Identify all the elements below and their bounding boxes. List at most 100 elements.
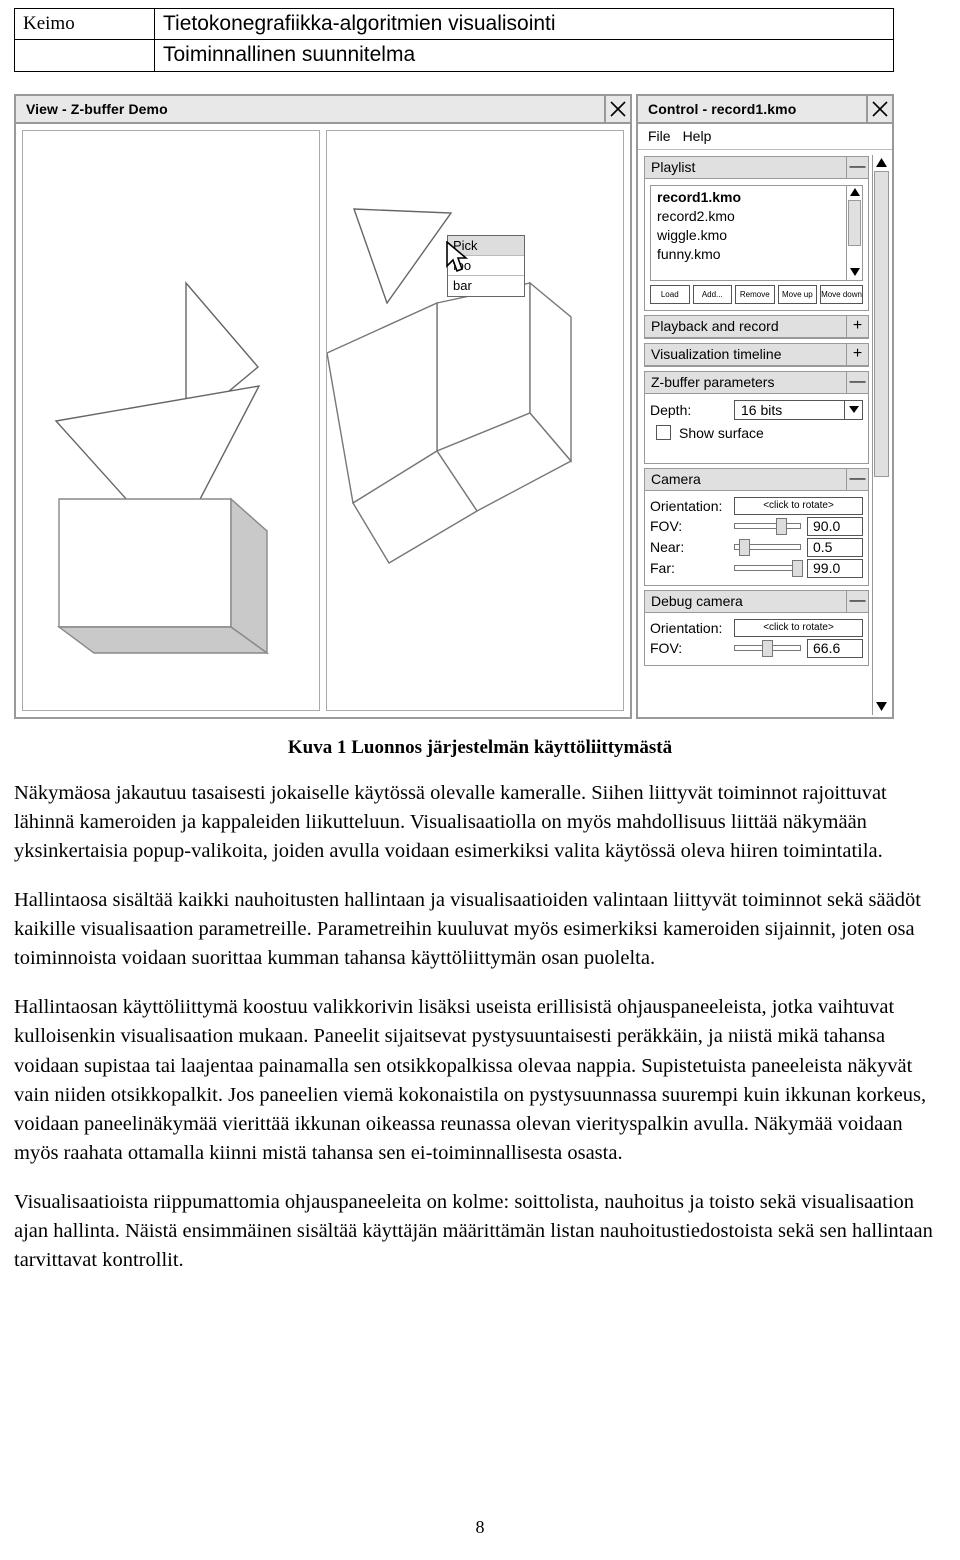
menu-item-file[interactable]: File	[648, 128, 671, 144]
remove-button[interactable]: Remove	[735, 284, 775, 304]
control-window-title: Control - record1.kmo	[648, 100, 797, 117]
panel-visualization-timeline: Visualization timeline +	[644, 342, 869, 367]
figure-caption: Kuva 1 Luonnos järjestelmän käyttöliitty…	[287, 736, 673, 758]
panel-playlist-collapse-button[interactable]: —	[846, 156, 868, 178]
panel-debug-camera-header[interactable]: Debug camera —	[645, 590, 868, 613]
panel-debug-camera-body: Orientation: <click to rotate> FOV: 66.6	[645, 613, 868, 665]
list-item[interactable]: record2.kmo	[657, 207, 846, 226]
camera-orientation-button[interactable]: <click to rotate>	[734, 496, 863, 515]
show-surface-row[interactable]: Show surface	[656, 425, 863, 441]
panel-camera-body: Orientation: <click to rotate> FOV: 90.0	[645, 491, 868, 585]
viewport-right[interactable]: Pick foo bar	[326, 129, 624, 711]
panel-playback-and-record-expand-button[interactable]: +	[846, 315, 868, 337]
panel-camera-collapse-button[interactable]: —	[846, 468, 868, 490]
show-surface-checkbox[interactable]	[656, 425, 671, 441]
list-item[interactable]: wiggle.kmo	[657, 226, 846, 245]
depth-select[interactable]: 16 bits	[734, 399, 863, 420]
panel-playback-and-record-title: Playback and record	[651, 318, 779, 335]
move-down-button[interactable]: Move down	[820, 284, 863, 304]
panel-camera-header[interactable]: Camera —	[645, 468, 868, 491]
depth-value: 16 bits	[741, 401, 783, 418]
panel-playback-and-record-header[interactable]: Playback and record +	[645, 315, 868, 338]
panel-zbuffer-parameters: Z-buffer parameters — Depth: 16 bits Sho…	[644, 370, 869, 464]
scroll-up-icon[interactable]	[847, 186, 862, 200]
move-up-button[interactable]: Move up	[777, 284, 818, 304]
camera-far-label: Far:	[650, 560, 675, 577]
control-window-scrollbar-track[interactable]	[873, 170, 890, 699]
playlist-button-row: Load Add... Remove Move up Move down	[648, 281, 865, 308]
panel-scroll-region: Playlist — record1.kmo record2.kmo wiggl…	[638, 151, 892, 717]
camera-near-slider[interactable]	[734, 538, 801, 556]
paragraph-1: Näkymäosa jakautuu tasaisesti jokaiselle…	[14, 781, 887, 862]
panel-playlist: Playlist — record1.kmo record2.kmo wiggl…	[644, 155, 869, 311]
popup-menu-item-bar[interactable]: bar	[448, 276, 524, 296]
panel-debug-camera: Debug camera — Orientation: <click to ro…	[644, 589, 869, 666]
header-product-name: Keimo	[14, 7, 155, 41]
header-empty-cell	[14, 39, 155, 72]
camera-near-label: Near:	[650, 539, 685, 556]
camera-far-row: Far: 99.0	[650, 558, 863, 578]
view-window-titlebar[interactable]: View - Z-buffer Demo	[16, 95, 630, 124]
camera-far-value[interactable]: 99.0	[807, 558, 863, 578]
menubar: File Help	[638, 124, 892, 150]
panel-zbuffer-parameters-header[interactable]: Z-buffer parameters —	[645, 371, 868, 394]
camera-orientation-label: Orientation:	[650, 497, 723, 514]
menu-item-help[interactable]: Help	[683, 128, 712, 144]
list-item[interactable]: record1.kmo	[657, 188, 846, 207]
paragraph-4: Visualisaatioista riippumattomia ohjausp…	[14, 1191, 933, 1272]
scroll-down-icon[interactable]	[847, 266, 862, 280]
panel-playback-and-record: Playback and record +	[644, 314, 869, 339]
debug-camera-orientation-label: Orientation:	[650, 619, 723, 636]
show-surface-label: Show surface	[679, 424, 764, 441]
control-window-scrollbar-thumb[interactable]	[874, 170, 889, 477]
camera-fov-slider[interactable]	[734, 517, 801, 535]
viewport-left[interactable]	[22, 129, 320, 711]
debug-camera-orientation-button[interactable]: <click to rotate>	[734, 618, 863, 637]
page-number: 8	[475, 1517, 485, 1537]
control-window: Control - record1.kmo File Help Playlist…	[636, 93, 894, 719]
control-window-body: File Help Playlist — record1.kmo record2…	[638, 124, 892, 717]
playlist-scrollbar[interactable]	[846, 185, 862, 280]
control-window-titlebar[interactable]: Control - record1.kmo	[638, 95, 892, 124]
ui-mockup-figure: View - Z-buffer Demo Pick foo bar Contro…	[14, 93, 894, 719]
depth-label: Depth:	[650, 401, 692, 418]
header-document-title: Tietokonegrafiikka-algoritmien visualiso…	[154, 7, 894, 41]
panel-playlist-body: record1.kmo record2.kmo wiggle.kmo funny…	[645, 179, 868, 310]
header-row-title: Keimo Tietokonegrafiikka-algoritmien vis…	[14, 7, 894, 41]
panel-debug-camera-title: Debug camera	[651, 593, 743, 610]
panel-debug-camera-collapse-button[interactable]: —	[846, 590, 868, 612]
panel-playlist-title: Playlist	[651, 159, 696, 176]
playlist-listbox[interactable]: record1.kmo record2.kmo wiggle.kmo funny…	[650, 184, 863, 281]
close-icon[interactable]	[604, 95, 630, 122]
viewport-left-scene	[54, 280, 270, 655]
panel-visualization-timeline-expand-button[interactable]: +	[846, 343, 868, 365]
list-item[interactable]: funny.kmo	[657, 245, 846, 264]
close-icon[interactable]	[866, 95, 892, 122]
body-text: Näkymäosa jakautuu tasaisesti jokaiselle…	[14, 779, 946, 1276]
chevron-down-icon[interactable]	[844, 400, 862, 419]
debug-camera-fov-slider[interactable]	[734, 639, 801, 657]
playlist-items: record1.kmo record2.kmo wiggle.kmo funny…	[651, 186, 846, 280]
camera-fov-value[interactable]: 90.0	[807, 516, 863, 536]
panel-zbuffer-parameters-collapse-button[interactable]: —	[846, 371, 868, 393]
scroll-up-icon[interactable]	[873, 155, 890, 171]
panel-camera: Camera — Orientation: <click to rotate> …	[644, 467, 869, 586]
debug-camera-orientation-row: Orientation: <click to rotate>	[650, 618, 863, 637]
panel-visualization-timeline-header[interactable]: Visualization timeline +	[645, 343, 868, 366]
add-button[interactable]: Add...	[692, 284, 733, 304]
scroll-down-icon[interactable]	[873, 699, 890, 715]
panel-zbuffer-parameters-body: Depth: 16 bits Show surface	[645, 394, 868, 463]
paragraph-3: Hallintaosan käyttöliittymä koostuu vali…	[14, 996, 927, 1164]
debug-camera-fov-label: FOV:	[650, 640, 683, 657]
load-button[interactable]: Load	[650, 284, 690, 304]
camera-near-row: Near: 0.5	[650, 537, 863, 557]
camera-far-slider[interactable]	[734, 559, 803, 577]
debug-camera-fov-row: FOV: 66.6	[650, 638, 863, 658]
camera-fov-label: FOV:	[650, 518, 683, 535]
debug-camera-fov-value[interactable]: 66.6	[807, 638, 863, 658]
playlist-scrollbar-thumb[interactable]	[848, 199, 861, 246]
panel-playlist-header[interactable]: Playlist —	[645, 156, 868, 179]
camera-near-value[interactable]: 0.5	[807, 537, 863, 557]
playlist-scrollbar-track[interactable]	[847, 199, 862, 266]
control-window-scrollbar[interactable]	[872, 154, 890, 715]
